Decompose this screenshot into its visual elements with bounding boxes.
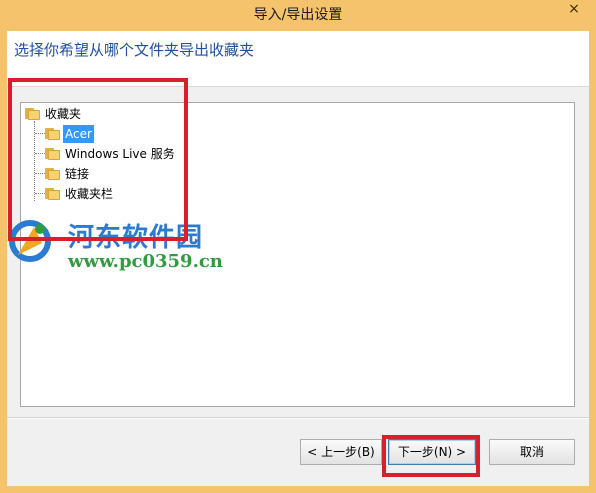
close-icon: × xyxy=(568,1,580,17)
window-title: 导入/导出设置 xyxy=(253,7,343,23)
close-button[interactable]: × xyxy=(559,0,589,20)
title-bar[interactable]: 导入/导出设置 × xyxy=(0,0,596,31)
instruction-text: 选择你希望从哪个文件夹导出收藏夹 xyxy=(14,41,255,59)
cancel-button[interactable]: 取消 xyxy=(489,439,575,465)
back-button[interactable]: < 上一步(B) xyxy=(300,439,382,465)
annotation-highlight-next xyxy=(382,435,480,477)
watermark-url: www.pc0359.cn xyxy=(68,251,223,272)
annotation-highlight-tree xyxy=(8,78,188,241)
footer-divider xyxy=(7,417,589,419)
